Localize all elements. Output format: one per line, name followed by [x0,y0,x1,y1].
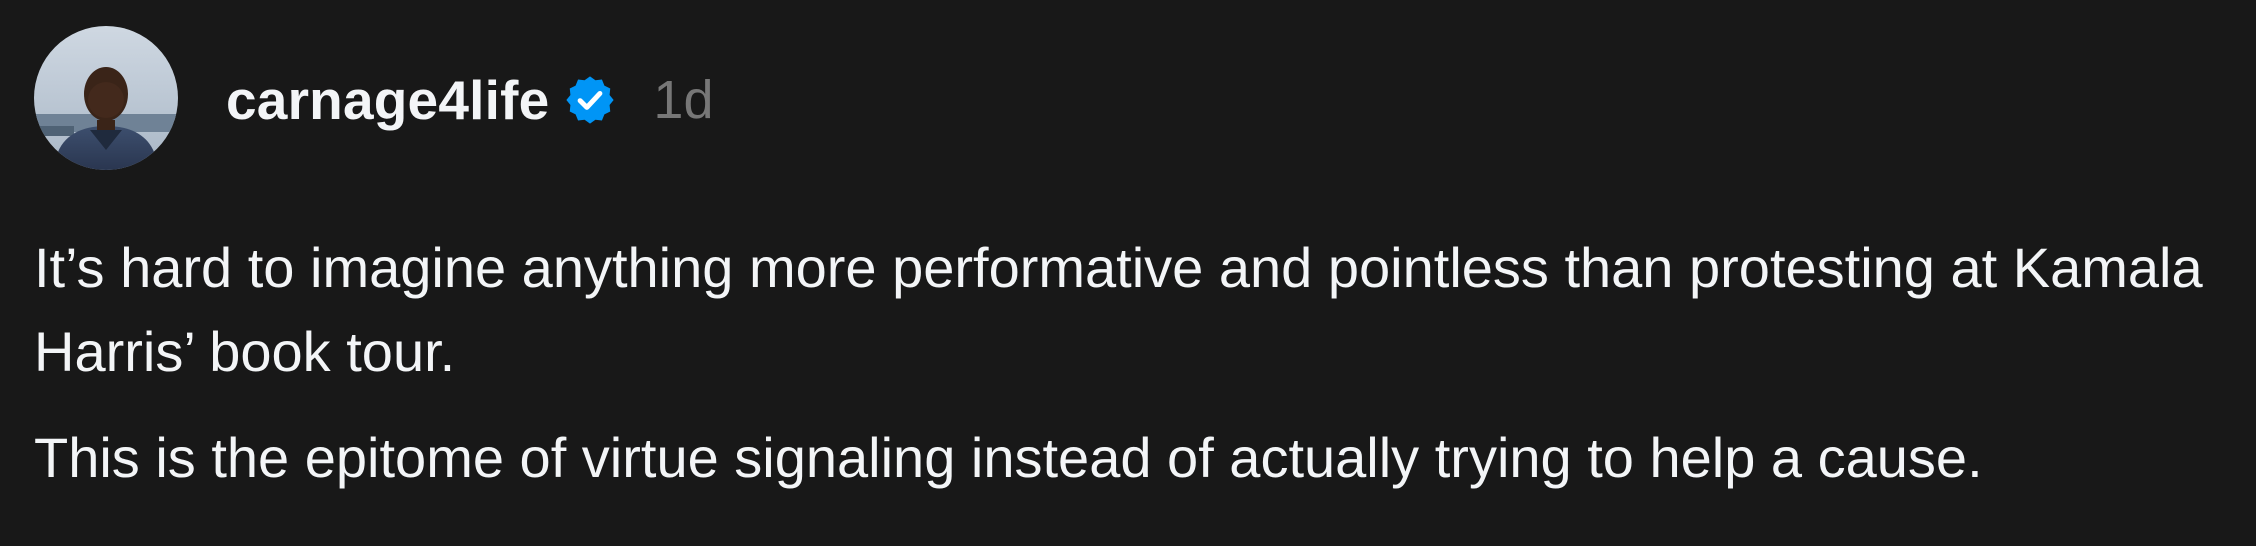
post-paragraph-2: This is the epitome of virtue signaling … [34,426,1983,489]
post-paragraph-1: It’s hard to imagine anything more perfo… [34,236,2203,383]
post-card: carnage4life 1d It’s hard to imagine any… [0,0,2256,546]
verified-badge-icon [563,73,617,127]
post-header: carnage4life 1d [226,60,713,140]
avatar-photo [34,26,178,170]
username[interactable]: carnage4life [226,72,549,128]
post-body: It’s hard to imagine anything more perfo… [34,226,2234,500]
post-timestamp[interactable]: 1d [653,73,713,127]
avatar[interactable] [34,26,178,170]
